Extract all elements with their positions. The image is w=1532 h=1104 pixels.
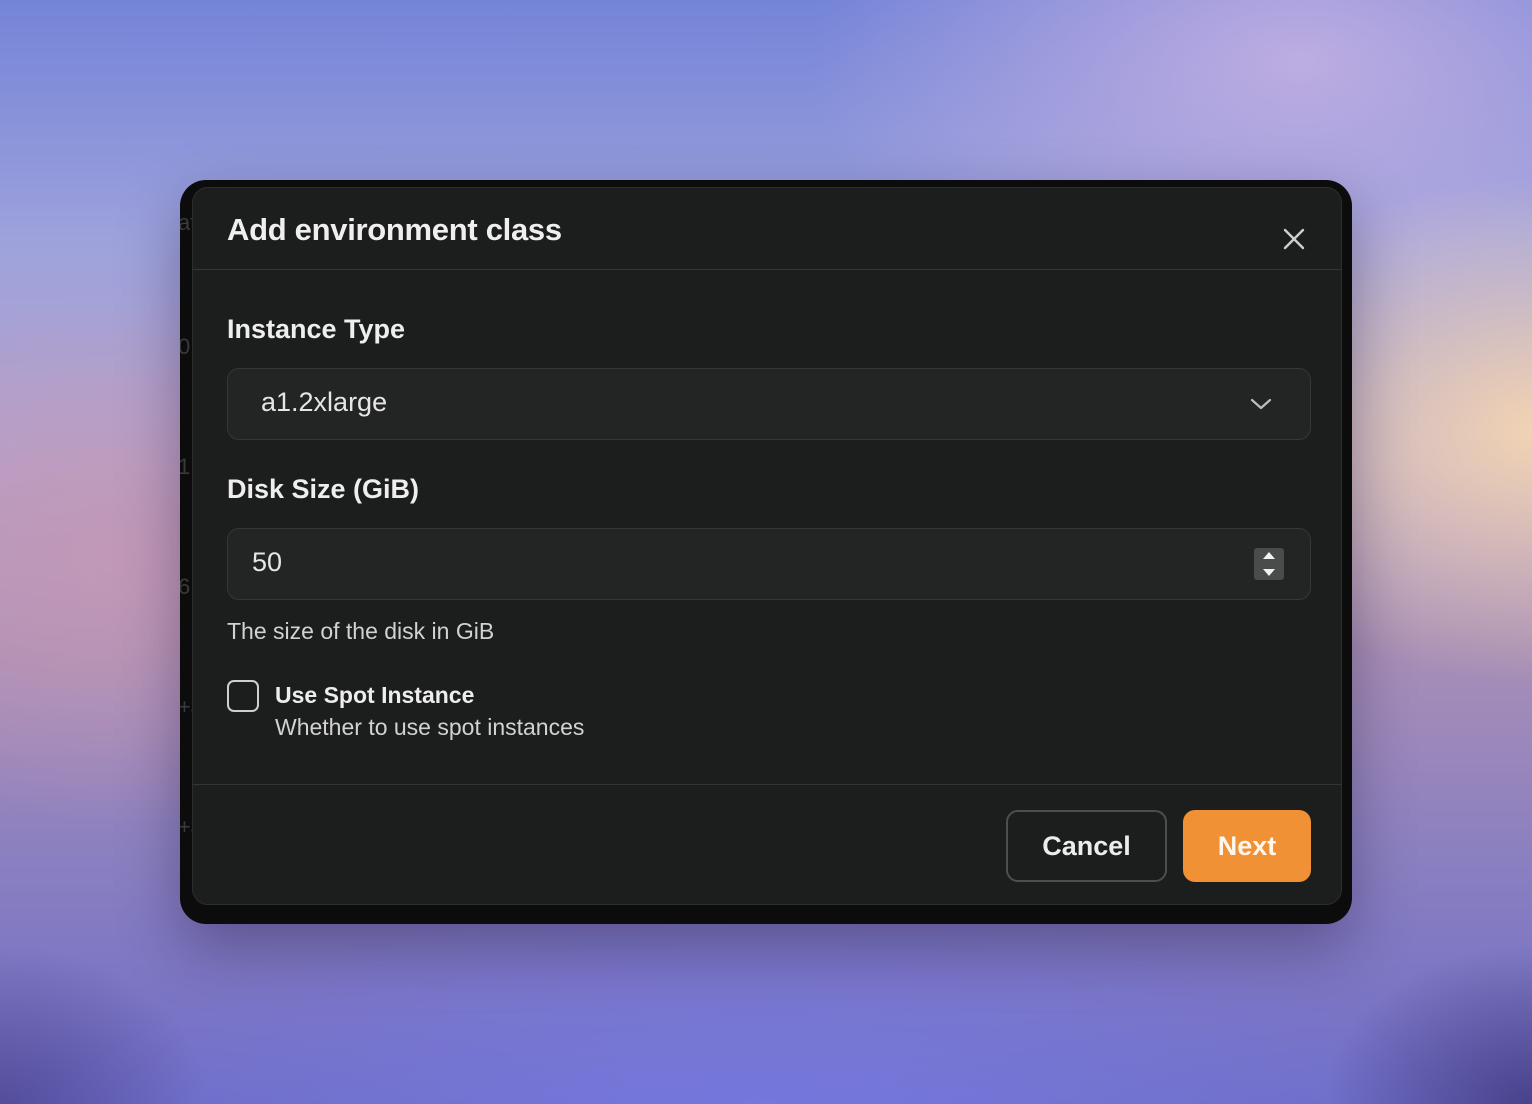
disk-size-helper-text: The size of the disk in GiB [227,618,495,644]
cancel-button[interactable]: Cancel [1006,810,1167,882]
instance-type-value: a1.2xlarge [261,387,388,417]
caret-down-icon [1263,569,1275,576]
spot-instance-label[interactable]: Use Spot Instance [275,682,474,709]
add-environment-class-dialog: Add environment class Instance Type a1.2… [192,187,1342,905]
dialog-header: Add environment class [193,188,1341,270]
disk-size-label: Disk Size (GiB) [227,474,420,504]
spot-instance-checkbox[interactable] [227,680,259,712]
background-text: 6 [180,574,191,599]
dialog-title: Add environment class [227,212,562,247]
spot-instance-description: Whether to use spot instances [275,714,585,740]
stepper-increment-button[interactable] [1254,548,1284,564]
instance-type-select[interactable]: a1.2xlarge [227,368,1311,440]
stepper-decrement-button[interactable] [1254,564,1284,580]
instance-type-label: Instance Type [227,314,406,344]
close-button[interactable] [1279,224,1309,254]
app-window: at 0 1. 6 +$ +$ Add environment class In… [180,180,1352,924]
background-text: 0 [180,334,191,359]
chevron-down-icon [1250,398,1272,410]
close-icon [1283,228,1305,250]
disk-size-input[interactable]: 50 [227,528,1311,600]
next-button[interactable]: Next [1183,810,1311,882]
dialog-footer: Cancel Next [193,784,1341,904]
disk-size-value: 50 [252,547,283,577]
disk-size-stepper[interactable] [1254,548,1284,580]
caret-up-icon [1263,552,1275,559]
